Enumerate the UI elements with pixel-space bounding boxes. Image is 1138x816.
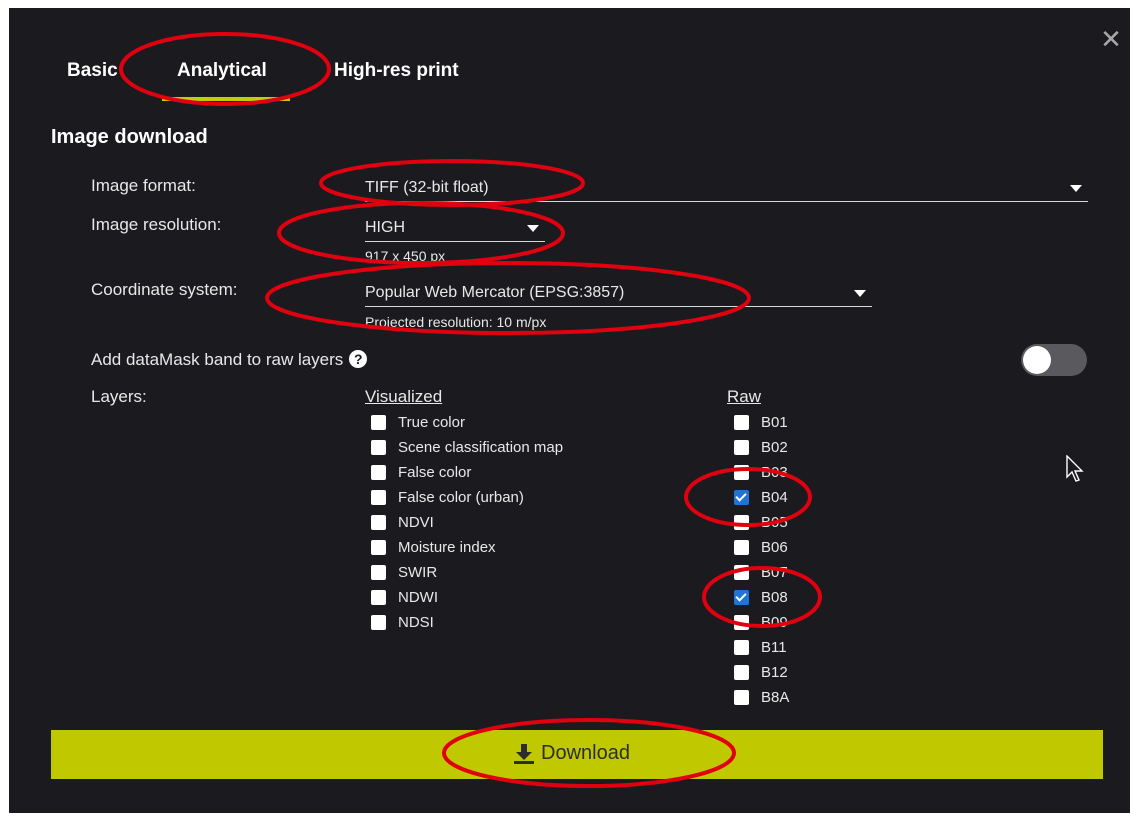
raw-heading: Raw bbox=[727, 387, 762, 406]
layer-label: Scene classification map bbox=[398, 439, 564, 456]
image-size-text: 917 x 450 px bbox=[365, 248, 446, 264]
download-label: Download bbox=[541, 742, 630, 764]
datamask-toggle[interactable] bbox=[1021, 344, 1087, 376]
layer-checkbox[interactable] bbox=[734, 590, 749, 605]
layer-checkbox[interactable] bbox=[734, 540, 749, 555]
layer-label: False color bbox=[398, 464, 472, 481]
layer-checkbox[interactable] bbox=[734, 415, 749, 430]
layer-label: NDVI bbox=[398, 514, 434, 531]
tab-bar: Basic Analytical High-res print bbox=[9, 8, 1130, 108]
datamask-row: Add dataMask band to raw layers? bbox=[91, 350, 368, 370]
layer-checkbox[interactable] bbox=[371, 440, 386, 455]
layer-checkbox[interactable] bbox=[734, 690, 749, 705]
layer-checkbox[interactable] bbox=[734, 515, 749, 530]
layer-label: B06 bbox=[761, 539, 788, 556]
layer-label: Moisture index bbox=[398, 539, 496, 556]
section-title: Image download bbox=[51, 126, 208, 148]
chevron-down-icon bbox=[1070, 185, 1082, 192]
image-resolution-select[interactable]: HIGH bbox=[365, 219, 545, 242]
layer-label: B11 bbox=[761, 639, 787, 656]
layer-label: B12 bbox=[761, 664, 788, 681]
coordinate-system-select[interactable]: Popular Web Mercator (EPSG:3857) bbox=[365, 284, 872, 307]
layer-label: True color bbox=[398, 414, 465, 431]
image-resolution-value: HIGH bbox=[365, 219, 405, 236]
layer-checkbox[interactable] bbox=[371, 490, 386, 505]
layer-label: B07 bbox=[761, 564, 788, 581]
layer-label: B05 bbox=[761, 514, 788, 531]
chevron-down-icon bbox=[854, 290, 866, 297]
download-button[interactable]: Download bbox=[51, 730, 1103, 779]
help-icon[interactable]: ? bbox=[349, 350, 368, 368]
visualized-heading: Visualized bbox=[365, 387, 443, 406]
chevron-down-icon bbox=[527, 225, 539, 232]
layer-checkbox[interactable] bbox=[734, 440, 749, 455]
layer-label: B03 bbox=[761, 464, 788, 481]
image-format-select[interactable]: TIFF (32-bit float) bbox=[365, 179, 1088, 202]
layer-checkbox[interactable] bbox=[371, 415, 386, 430]
layer-label: B08 bbox=[761, 589, 788, 606]
layer-checkbox[interactable] bbox=[371, 540, 386, 555]
layer-label: B04 bbox=[761, 489, 788, 506]
download-dialog: ✕ Basic Analytical High-res print Image … bbox=[9, 8, 1130, 813]
tab-high-res-print[interactable]: High-res print bbox=[334, 60, 459, 82]
layer-label: B01 bbox=[761, 414, 788, 431]
layer-checkbox[interactable] bbox=[734, 465, 749, 480]
layer-checkbox[interactable] bbox=[371, 590, 386, 605]
active-tab-indicator bbox=[162, 97, 290, 101]
layer-label: B8A bbox=[761, 689, 790, 706]
layer-checkbox[interactable] bbox=[371, 615, 386, 630]
layer-checkbox[interactable] bbox=[371, 565, 386, 580]
tab-analytical[interactable]: Analytical bbox=[177, 60, 267, 82]
image-format-value: TIFF (32-bit float) bbox=[365, 179, 489, 196]
layers-label: Layers: bbox=[91, 387, 147, 406]
download-icon bbox=[514, 744, 534, 764]
image-format-label: Image format: bbox=[91, 176, 196, 195]
layer-checkbox[interactable] bbox=[734, 615, 749, 630]
projected-resolution-text: Projected resolution: 10 m/px bbox=[365, 314, 547, 330]
layer-label: False color (urban) bbox=[398, 489, 524, 506]
layer-checkbox[interactable] bbox=[371, 515, 386, 530]
layer-label: NDSI bbox=[398, 614, 434, 631]
layer-checkbox[interactable] bbox=[734, 490, 749, 505]
toggle-knob bbox=[1023, 346, 1051, 374]
coordinate-system-value: Popular Web Mercator (EPSG:3857) bbox=[365, 284, 625, 301]
layer-checkbox[interactable] bbox=[734, 640, 749, 655]
image-resolution-label: Image resolution: bbox=[91, 215, 222, 234]
layer-label: SWIR bbox=[398, 564, 438, 581]
layer-checkbox[interactable] bbox=[734, 565, 749, 580]
layer-checkbox[interactable] bbox=[734, 665, 749, 680]
layer-label: NDWI bbox=[398, 589, 438, 606]
datamask-label: Add dataMask band to raw layers bbox=[91, 350, 344, 369]
tab-basic[interactable]: Basic bbox=[67, 60, 118, 82]
layer-label: B02 bbox=[761, 439, 788, 456]
mouse-cursor-icon bbox=[1066, 455, 1084, 482]
coordinate-system-label: Coordinate system: bbox=[91, 280, 238, 299]
layer-checkbox[interactable] bbox=[371, 465, 386, 480]
layer-label: B09 bbox=[761, 614, 788, 631]
